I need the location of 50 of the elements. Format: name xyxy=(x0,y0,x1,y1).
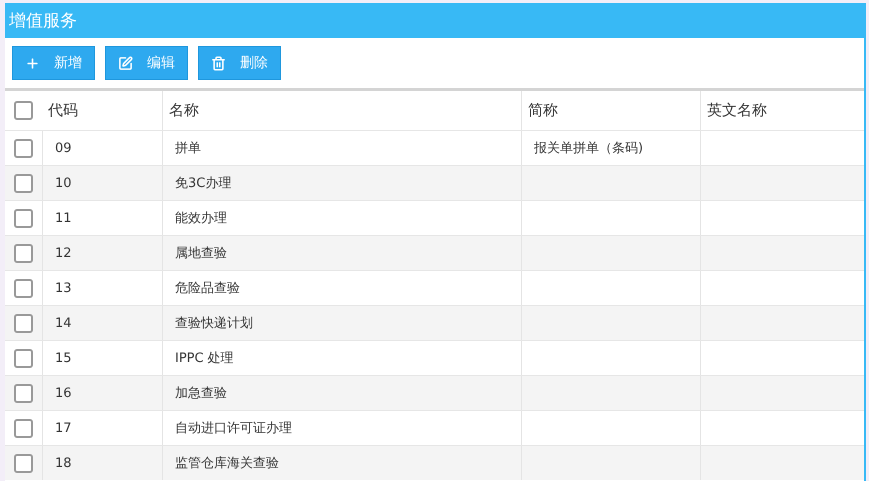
column-header: 英文名称 xyxy=(707,101,767,120)
table-cell: 10 xyxy=(55,176,72,190)
table-cell: 17 xyxy=(55,420,72,436)
edit-icon xyxy=(118,56,133,70)
table-row[interactable]: 16 加急查验 xyxy=(5,375,864,410)
table-row[interactable]: 10 免3C办理 xyxy=(5,165,864,200)
table-cell-text: 自动进口许可证办理 xyxy=(175,420,292,437)
table-cell-text: 查验快递计划 xyxy=(175,315,253,332)
table-row[interactable]: 09 拼单 报关单拼单（条码) xyxy=(5,130,864,165)
checkbox[interactable] xyxy=(14,101,33,120)
table-cell: 15 xyxy=(55,350,72,366)
table-cell-text: 报关单拼单（条码) xyxy=(534,140,644,157)
checkbox[interactable] xyxy=(14,138,33,158)
table-cell-text: 属地查验 xyxy=(175,245,227,262)
checkbox[interactable] xyxy=(14,208,33,228)
table-cell-text: 能效办理 xyxy=(175,210,227,227)
table-cell: 14 xyxy=(55,316,72,330)
table-row[interactable]: 12 属地查验 xyxy=(5,235,864,270)
table-cell: 13 xyxy=(55,280,72,296)
table-row[interactable]: 11 能效办理 xyxy=(5,200,864,235)
table-cell-text: IPPC 处理 xyxy=(175,350,234,367)
trash-icon xyxy=(211,56,226,70)
table-cell: 09 xyxy=(55,140,72,156)
table-cell: 11 xyxy=(55,210,72,226)
table-cell: 16 xyxy=(55,386,72,400)
table-row[interactable]: 15 IPPC 处理 xyxy=(5,340,864,375)
table-cell-text: 危险品查验 xyxy=(175,280,240,297)
table-cell: 18 xyxy=(55,456,72,470)
table-cell-text: 免3C办理 xyxy=(175,175,232,192)
checkbox[interactable] xyxy=(14,348,33,368)
table-cell-text: 拼单 xyxy=(175,140,201,157)
table-row[interactable]: 13 危险品查验 xyxy=(5,270,864,305)
checkbox[interactable] xyxy=(14,314,33,332)
panel-title: 增值服务 xyxy=(9,10,77,32)
table-row[interactable]: 17 自动进口许可证办理 xyxy=(5,410,864,445)
column-header: 名称 xyxy=(169,101,199,120)
checkbox[interactable] xyxy=(14,418,33,438)
checkbox[interactable] xyxy=(14,244,33,262)
table-cell-text: 加急查验 xyxy=(175,385,227,402)
table-cell: 12 xyxy=(55,246,72,260)
table-row[interactable]: 18 监管仓库海关查验 xyxy=(5,445,864,480)
column-header: 代码 xyxy=(48,101,78,120)
checkbox[interactable] xyxy=(14,174,33,192)
column-header: 简称 xyxy=(528,101,558,120)
checkbox[interactable] xyxy=(14,454,33,472)
checkbox[interactable] xyxy=(14,384,33,402)
table-row[interactable]: 14 查验快递计划 xyxy=(5,305,864,340)
table-cell-text: 监管仓库海关查验 xyxy=(175,455,279,472)
checkbox[interactable] xyxy=(14,278,33,298)
plus-icon xyxy=(25,56,40,70)
